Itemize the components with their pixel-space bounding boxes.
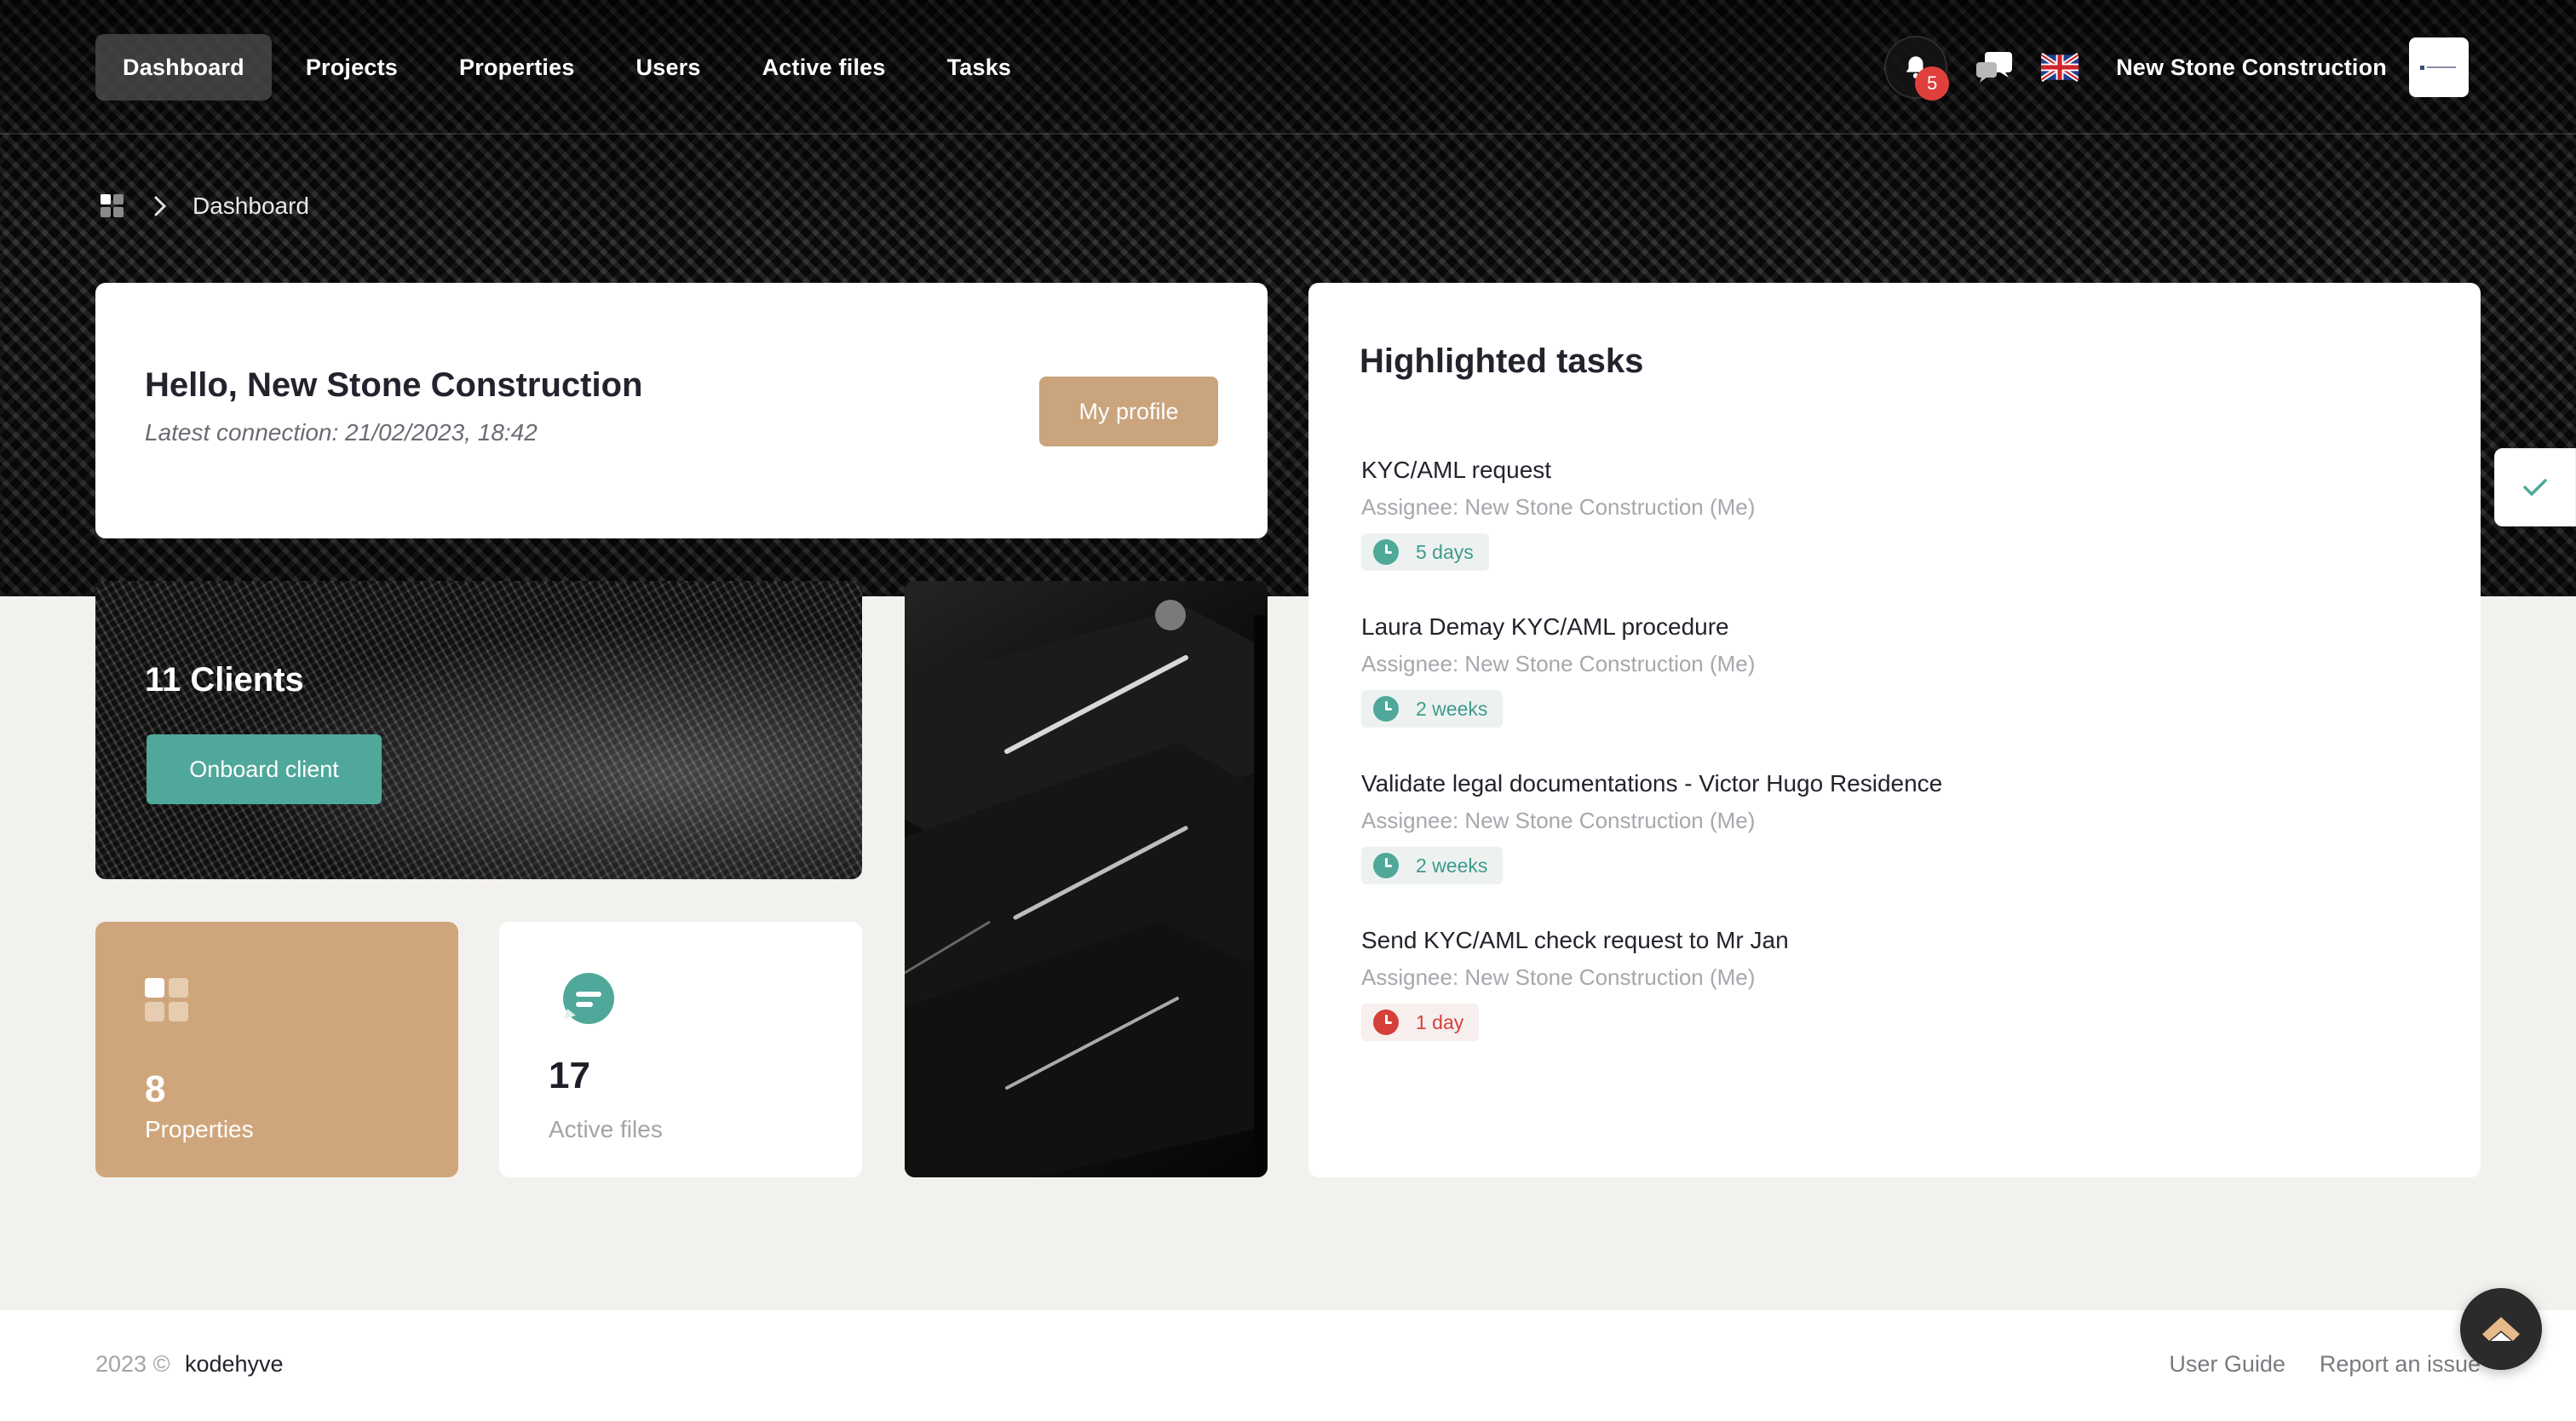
clock-icon bbox=[1373, 1010, 1399, 1035]
help-launcher-button[interactable] bbox=[2460, 1288, 2542, 1370]
task-title[interactable]: Laura Demay KYC/AML procedure bbox=[1361, 613, 1729, 641]
clock-icon bbox=[1373, 696, 1399, 722]
task-item[interactable]: Laura Demay KYC/AML procedure Assignee: … bbox=[1361, 613, 2383, 770]
uk-flag-icon[interactable] bbox=[2041, 51, 2079, 83]
task-item[interactable]: Send KYC/AML check request to Mr Jan Ass… bbox=[1361, 927, 2383, 1084]
company-logo-icon bbox=[2420, 66, 2456, 70]
task-due-label: 2 weeks bbox=[1416, 697, 1488, 720]
nav-item-users[interactable]: Users bbox=[609, 34, 728, 101]
task-due-label: 5 days bbox=[1416, 540, 1474, 563]
task-list: KYC/AML request Assignee: New Stone Cons… bbox=[1361, 457, 2383, 1084]
grid-icon bbox=[145, 978, 188, 1021]
nav-item-tasks[interactable]: Tasks bbox=[920, 34, 1039, 101]
company-name[interactable]: New Stone Construction bbox=[2116, 55, 2387, 81]
breadcrumb-current: Dashboard bbox=[193, 193, 309, 219]
clock-icon bbox=[1373, 853, 1399, 878]
latest-connection: Latest connection: 21/02/2023, 18:42 bbox=[145, 419, 538, 446]
company-logo[interactable] bbox=[2409, 37, 2469, 97]
nav-item-active-files[interactable]: Active files bbox=[735, 34, 913, 101]
decorative-image bbox=[905, 581, 1268, 1177]
main-menu: Dashboard Projects Properties Users Acti… bbox=[95, 34, 1038, 101]
task-title[interactable]: KYC/AML request bbox=[1361, 457, 1551, 484]
clock-icon bbox=[1373, 539, 1399, 565]
task-assignee: Assignee: New Stone Construction (Me) bbox=[1361, 808, 1756, 833]
task-item[interactable]: Validate legal documentations - Victor H… bbox=[1361, 770, 2383, 927]
clients-count-title: 11 Clients bbox=[145, 661, 304, 699]
chevron-right-icon bbox=[154, 196, 167, 216]
welcome-title: Hello, New Stone Construction bbox=[145, 366, 643, 404]
highlighted-tasks-card: Highlighted tasks KYC/AML request Assign… bbox=[1308, 283, 2481, 1177]
nav-item-projects[interactable]: Projects bbox=[279, 34, 425, 101]
brand-link[interactable]: kodehyve bbox=[185, 1351, 284, 1377]
copyright-text: 2023 © bbox=[95, 1351, 170, 1377]
user-toolbar: 5 New Stone Construction bbox=[1869, 34, 2469, 101]
clients-card: 11 Clients Onboard client bbox=[95, 581, 862, 879]
properties-stat-card[interactable]: 8 Properties bbox=[95, 922, 458, 1177]
report-issue-link[interactable]: Report an issue bbox=[2320, 1351, 2481, 1378]
task-due-badge: 1 day bbox=[1361, 1004, 1480, 1041]
footer-copyright: 2023 © kodehyve bbox=[95, 1351, 284, 1378]
notifications-button[interactable]: 5 bbox=[1884, 36, 1950, 101]
active-files-label: Active files bbox=[549, 1116, 663, 1142]
task-title[interactable]: Send KYC/AML check request to Mr Jan bbox=[1361, 927, 1789, 954]
task-item[interactable]: KYC/AML request Assignee: New Stone Cons… bbox=[1361, 457, 2383, 613]
help-launcher-icon bbox=[2482, 1317, 2520, 1341]
top-navigation: Dashboard Projects Properties Users Acti… bbox=[0, 0, 2576, 135]
active-files-count: 17 bbox=[549, 1055, 590, 1096]
side-panel-toggle[interactable] bbox=[2494, 448, 2576, 526]
welcome-card: Hello, New Stone Construction Latest con… bbox=[95, 283, 1268, 538]
task-due-label: 2 weeks bbox=[1416, 854, 1488, 877]
user-guide-link[interactable]: User Guide bbox=[2169, 1351, 2286, 1378]
nav-item-dashboard[interactable]: Dashboard bbox=[95, 34, 272, 101]
task-assignee: Assignee: New Stone Construction (Me) bbox=[1361, 651, 1756, 676]
task-assignee: Assignee: New Stone Construction (Me) bbox=[1361, 964, 1756, 990]
chat-icon bbox=[1976, 52, 2013, 83]
active-files-stat-card[interactable]: 17 Active files bbox=[499, 922, 862, 1177]
task-due-badge: 5 days bbox=[1361, 533, 1489, 571]
onboard-client-button[interactable]: Onboard client bbox=[147, 734, 382, 804]
abstract-cubes-illustration bbox=[905, 600, 1268, 1177]
nav-item-properties[interactable]: Properties bbox=[432, 34, 602, 101]
footer-links: User Guide Report an issue bbox=[2169, 1351, 2481, 1378]
breadcrumb: Dashboard bbox=[101, 193, 309, 220]
task-due-label: 1 day bbox=[1416, 1010, 1464, 1033]
task-assignee: Assignee: New Stone Construction (Me) bbox=[1361, 494, 1756, 520]
message-icon bbox=[563, 973, 614, 1024]
messages-button[interactable] bbox=[1963, 36, 2026, 99]
footer: 2023 © kodehyve User Guide Report an iss… bbox=[0, 1310, 2576, 1421]
task-due-badge: 2 weeks bbox=[1361, 847, 1504, 884]
task-title[interactable]: Validate legal documentations - Victor H… bbox=[1361, 770, 1942, 797]
properties-label: Properties bbox=[145, 1116, 254, 1142]
my-profile-button[interactable]: My profile bbox=[1039, 377, 1218, 446]
check-icon bbox=[2523, 479, 2547, 496]
highlighted-tasks-title: Highlighted tasks bbox=[1360, 342, 1644, 380]
notification-count-badge: 5 bbox=[1915, 66, 1950, 101]
grid-icon[interactable] bbox=[101, 194, 124, 218]
properties-count: 8 bbox=[145, 1068, 166, 1110]
task-due-badge: 2 weeks bbox=[1361, 690, 1504, 728]
